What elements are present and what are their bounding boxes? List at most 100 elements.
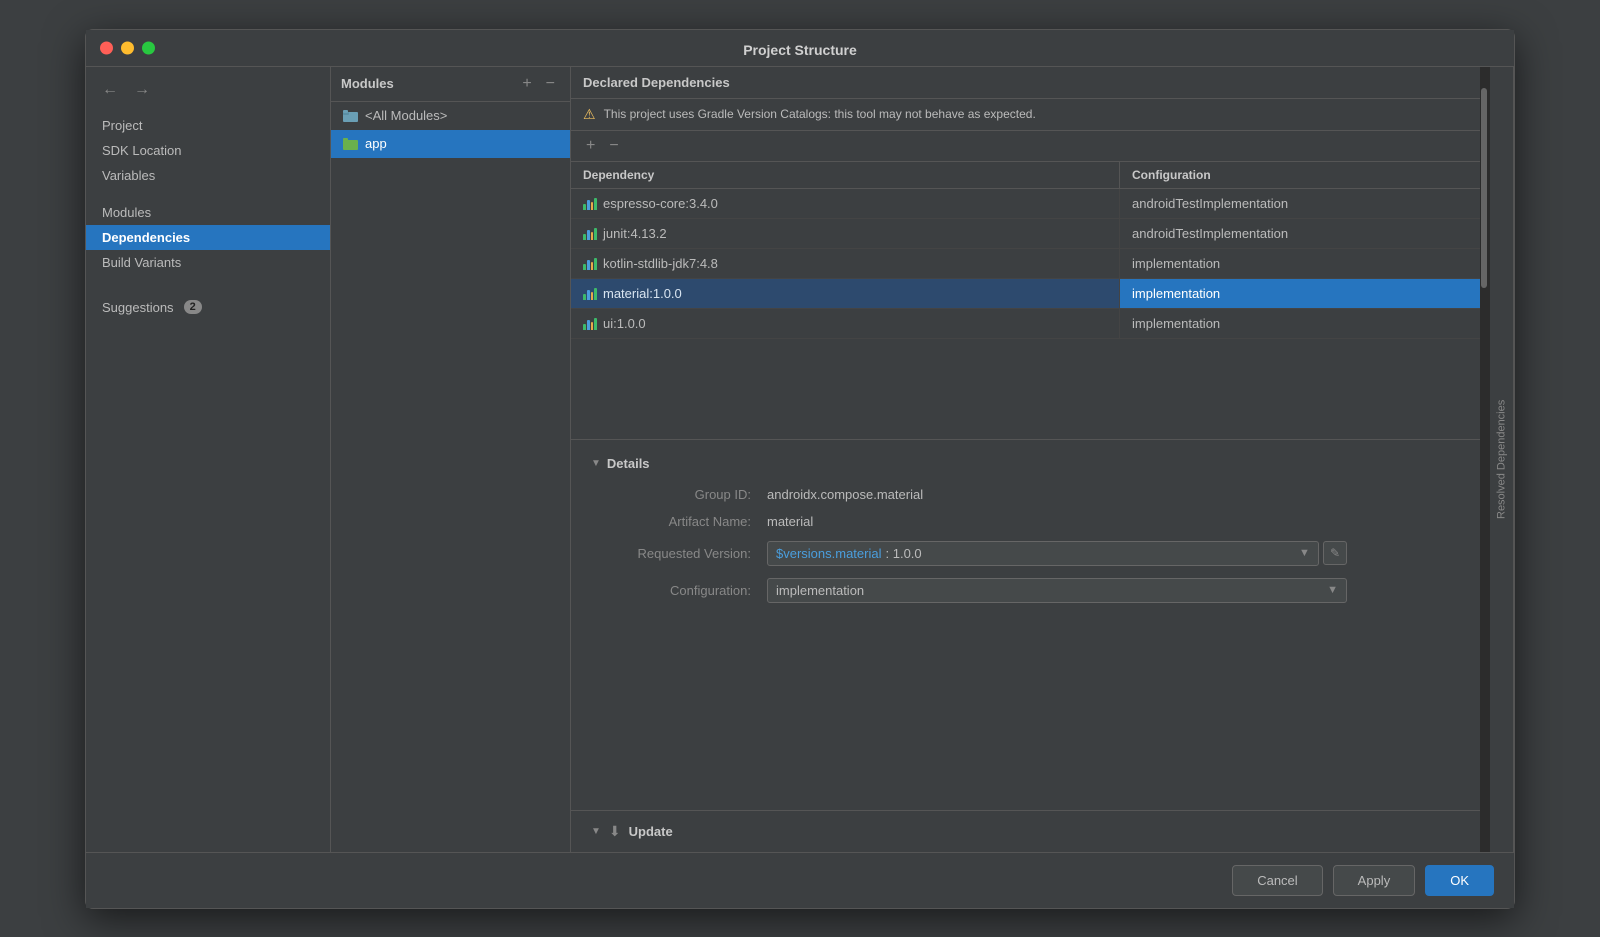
minimize-button[interactable]	[121, 41, 134, 54]
suggestions-badge: 2	[184, 300, 202, 314]
version-value-display: $versions.material : 1.0.0	[776, 546, 922, 561]
apply-button[interactable]: Apply	[1333, 865, 1416, 896]
group-id-value: androidx.compose.material	[767, 487, 923, 502]
sidebar-item-project[interactable]: Project	[86, 113, 330, 138]
update-download-icon: ⬇	[609, 823, 621, 840]
dep-bar-icon-ui	[583, 316, 597, 330]
dep-name-espresso: espresso-core:3.4.0	[571, 189, 1120, 218]
dep-row-kotlin[interactable]: kotlin-stdlib-jdk7:4.8 implementation	[571, 249, 1480, 279]
details-form: Group ID: androidx.compose.material Arti…	[591, 487, 1460, 603]
config-dropdown-arrow: ▼	[1327, 584, 1338, 596]
dep-row-ui[interactable]: ui:1.0.0 implementation	[571, 309, 1480, 339]
window-controls	[100, 41, 155, 54]
right-panel: Declared Dependencies ⚠ This project use…	[571, 67, 1514, 852]
artifact-label: Artifact Name:	[611, 514, 751, 529]
module-app-folder-icon	[343, 136, 359, 152]
dep-config-kotlin: implementation	[1120, 249, 1480, 278]
ok-button[interactable]: OK	[1425, 865, 1494, 896]
deps-remove-button[interactable]: −	[604, 137, 623, 155]
sidebar: ← → Project SDK Location Variables Modul…	[86, 67, 331, 852]
back-button[interactable]: ←	[98, 79, 122, 101]
main-content: ← → Project SDK Location Variables Modul…	[86, 67, 1514, 852]
group-id-label: Group ID:	[611, 487, 751, 502]
dep-bar-icon	[583, 196, 597, 210]
dep-bar-icon-kotlin	[583, 256, 597, 270]
deps-table: espresso-core:3.4.0 androidTestImplement…	[571, 189, 1480, 439]
modules-panel-header: Modules + −	[331, 67, 570, 102]
config-dropdown[interactable]: implementation ▼	[767, 578, 1347, 603]
dep-name-kotlin: kotlin-stdlib-jdk7:4.8	[571, 249, 1120, 278]
dep-config-junit: androidTestImplementation	[1120, 219, 1480, 248]
details-section: ▼ Details Group ID: androidx.compose.mat…	[571, 439, 1480, 810]
version-dropdown-arrow: ▼	[1299, 547, 1310, 559]
config-value: implementation	[776, 583, 864, 598]
update-collapse-arrow[interactable]: ▼	[591, 826, 601, 837]
config-row: Configuration: implementation ▼	[611, 578, 1460, 603]
dep-row-espresso[interactable]: espresso-core:3.4.0 androidTestImplement…	[571, 189, 1480, 219]
warning-text: This project uses Gradle Version Catalog…	[604, 107, 1036, 121]
sidebar-item-modules[interactable]: Modules	[86, 200, 330, 225]
col-config-header: Configuration	[1120, 162, 1480, 188]
close-button[interactable]	[100, 41, 113, 54]
title-bar: Project Structure	[86, 30, 1514, 67]
sidebar-item-suggestions[interactable]: Suggestions 2	[86, 295, 330, 320]
update-label: Update	[629, 824, 673, 839]
modules-add-button[interactable]: +	[517, 75, 536, 93]
version-dropdown[interactable]: $versions.material : 1.0.0 ▼	[767, 541, 1319, 566]
details-header: ▼ Details	[591, 456, 1460, 471]
dialog-title: Project Structure	[743, 42, 857, 58]
module-item-all[interactable]: <All Modules>	[331, 102, 570, 130]
dep-bar-icon-material	[583, 286, 597, 300]
version-input-container: $versions.material : 1.0.0 ▼ ✎	[767, 541, 1347, 566]
dep-name-material: material:1.0.0	[571, 279, 1120, 308]
module-all-label: <All Modules>	[365, 108, 447, 123]
module-app-label: app	[365, 136, 387, 151]
dep-name-junit: junit:4.13.2	[571, 219, 1120, 248]
resolved-deps-tab[interactable]: Resolved Dependencies	[1490, 67, 1514, 852]
content-area: Declared Dependencies ⚠ This project use…	[571, 67, 1480, 852]
deps-table-header: Dependency Configuration	[571, 162, 1480, 189]
dep-config-ui: implementation	[1120, 309, 1480, 338]
group-id-row: Group ID: androidx.compose.material	[611, 487, 1460, 502]
artifact-value: material	[767, 514, 813, 529]
details-label: Details	[607, 456, 650, 471]
warning-bar: ⚠ This project uses Gradle Version Catal…	[571, 99, 1480, 131]
sidebar-item-variables[interactable]: Variables	[86, 163, 330, 188]
nav-arrows: ← →	[86, 79, 330, 113]
modules-panel: Modules + − <All Modules>	[331, 67, 571, 852]
modules-remove-button[interactable]: −	[541, 75, 560, 93]
dep-row-material[interactable]: material:1.0.0 implementation	[571, 279, 1480, 309]
version-suffix: : 1.0.0	[886, 546, 922, 561]
config-label: Configuration:	[611, 583, 751, 598]
module-folder-icon	[343, 108, 359, 124]
dep-config-material: implementation	[1120, 279, 1480, 308]
version-row: Requested Version: $versions.material : …	[611, 541, 1460, 566]
vertical-scrollbar[interactable]	[1480, 67, 1490, 852]
dep-bar-icon-junit	[583, 226, 597, 240]
modules-toolbar: + −	[517, 75, 560, 93]
sidebar-item-build-variants[interactable]: Build Variants	[86, 250, 330, 275]
deps-add-button[interactable]: +	[581, 137, 600, 155]
sidebar-item-dependencies[interactable]: Dependencies	[86, 225, 330, 250]
details-collapse-arrow[interactable]: ▼	[591, 458, 601, 469]
dep-config-espresso: androidTestImplementation	[1120, 189, 1480, 218]
module-item-app[interactable]: app	[331, 130, 570, 158]
forward-button[interactable]: →	[130, 79, 154, 101]
maximize-button[interactable]	[142, 41, 155, 54]
dep-row-junit[interactable]: junit:4.13.2 androidTestImplementation	[571, 219, 1480, 249]
artifact-row: Artifact Name: material	[611, 514, 1460, 529]
version-highlight: $versions.material	[776, 546, 882, 561]
version-edit-button[interactable]: ✎	[1323, 541, 1347, 565]
project-structure-dialog: Project Structure ← → Project SDK Locati…	[85, 29, 1515, 909]
modules-header-label: Modules	[341, 76, 394, 91]
cancel-button[interactable]: Cancel	[1232, 865, 1322, 896]
update-section: ▼ ⬇ Update	[571, 810, 1480, 852]
declared-deps-header: Declared Dependencies	[571, 67, 1480, 99]
sidebar-item-sdk-location[interactable]: SDK Location	[86, 138, 330, 163]
deps-toolbar: + −	[571, 131, 1480, 162]
bottom-bar: Cancel Apply OK	[86, 852, 1514, 908]
dep-name-ui: ui:1.0.0	[571, 309, 1120, 338]
scrollbar-thumb	[1481, 88, 1487, 288]
col-dep-header: Dependency	[571, 162, 1120, 188]
warning-icon: ⚠	[583, 106, 596, 123]
